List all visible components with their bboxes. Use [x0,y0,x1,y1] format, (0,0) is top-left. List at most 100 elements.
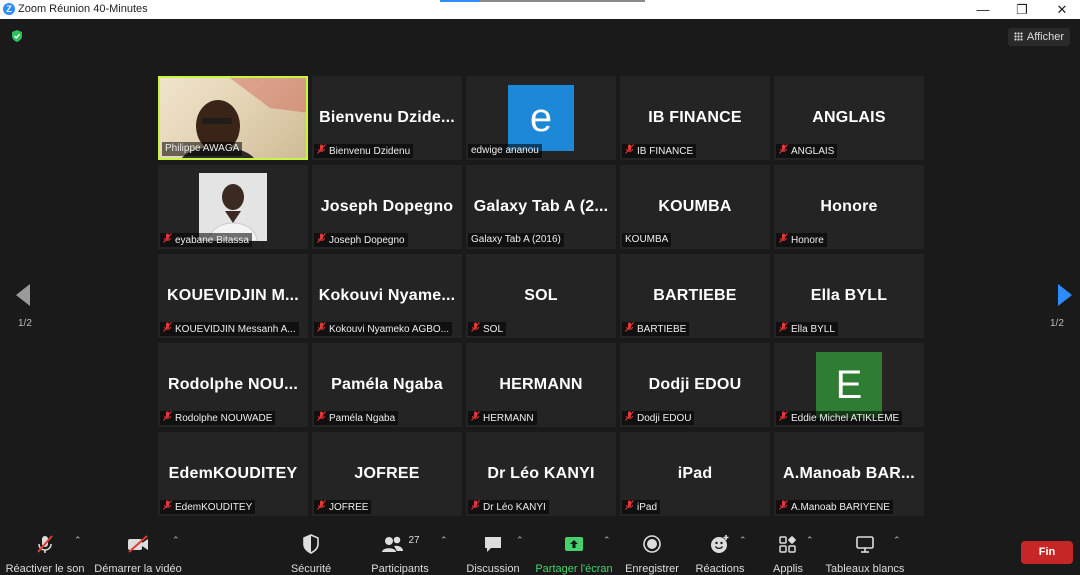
participant-name-text: Eddie Michel ATIKLEME [791,413,900,424]
chat-button[interactable]: Discussion [462,533,524,575]
maximize-button[interactable]: ❐ [1007,1,1037,18]
participant-name-text: iPad [637,502,658,513]
participant-name-label: HERMANN [468,411,537,425]
participant-gallery: Philippe AWAGA Bienvenu Dzide... Bienvenu … [158,76,924,516]
whiteboard-icon [856,536,874,553]
participant-display-name: KOUMBA [658,198,732,215]
record-button[interactable]: Enregistrer [622,533,682,575]
muted-mic-icon [625,322,634,336]
apps-button[interactable]: Applis [766,533,810,575]
participant-tile[interactable]: KOUEVIDJIN M... KOUEVIDJIN Messanh A... [158,254,308,338]
participant-tile[interactable]: Bienvenu Dzide... Bienvenu Dzidenu [312,76,462,160]
close-button[interactable]: ✕ [1047,1,1077,18]
participant-name-label: EdemKOUDITEY [160,500,256,514]
participant-tile[interactable]: KOUMBA KOUMBA [620,165,770,249]
participant-tile[interactable]: Philippe AWAGA [158,76,308,160]
apps-options-caret-icon[interactable]: ⌃ [806,535,814,546]
muted-mic-icon [625,144,634,158]
participant-tile[interactable]: A.Manoab BAR... A.Manoab BARIYENE [774,432,924,516]
unmute-label: Réactiver le son [5,563,85,575]
participant-display-name: Honore [820,198,878,215]
muted-mic-icon [471,500,480,514]
participant-tile[interactable]: Dodji EDOU Dodji EDOU [620,343,770,427]
participant-name-text: edwige ananou [471,145,539,156]
previous-page-arrow-icon[interactable] [16,284,30,306]
participant-name-label: Dodji EDOU [622,411,695,425]
participant-tile[interactable]: Galaxy Tab A (2... Galaxy Tab A (2016) [466,165,616,249]
participant-tile[interactable]: iPad iPad [620,432,770,516]
participant-name-text: KOUEVIDJIN Messanh A... [175,324,296,335]
participant-display-name: Dr Léo KANYI [487,465,595,482]
participant-tile[interactable]: JOFREE JOFREE [312,432,462,516]
participant-display-name: EdemKOUDITEY [168,465,298,482]
participant-tile[interactable]: Joseph Dopegno Joseph Dopegno [312,165,462,249]
participant-tile[interactable]: EdemKOUDITEY EdemKOUDITEY [158,432,308,516]
participant-name-label: ANGLAIS [776,144,838,158]
participant-tile[interactable]: ANGLAIS ANGLAIS [774,76,924,160]
muted-mic-icon [317,411,326,425]
muted-mic-icon [163,322,172,336]
title-bar: Z Zoom Réunion 40-Minutes — ❐ ✕ [0,0,1080,19]
start-video-button[interactable]: Démarrer la vidéo [94,533,182,575]
top-indicator-track [480,0,645,2]
share-options-caret-icon[interactable]: ⌃ [603,535,611,546]
participant-display-name: Kokouvi Nyame... [318,287,456,304]
participant-name-text: Rodolphe NOUWADE [175,413,273,424]
participant-name-label: IB FINANCE [622,144,697,158]
participants-options-caret-icon[interactable]: ⌃ [440,535,448,546]
participant-tile[interactable]: Rodolphe NOU... Rodolphe NOUWADE [158,343,308,427]
participants-icon [382,536,404,552]
participant-name-label: eyabane Bitassa [160,233,252,247]
participants-button[interactable]: 27 Participants [368,533,432,575]
participant-name-label: Eddie Michel ATIKLEME [776,411,903,425]
participant-video [199,173,267,242]
minimize-button[interactable]: — [968,1,998,18]
participant-name-label: BARTIEBE [622,322,690,336]
grid-view-icon [1013,32,1023,41]
muted-mic-icon [163,411,172,425]
page-indicator-right: 1/2 [1050,318,1064,329]
participant-name-text: JOFREE [329,502,369,513]
share-screen-button[interactable]: Partager l'écran [534,533,614,575]
participant-display-name: Dodji EDOU [648,376,742,393]
participant-tile[interactable]: E Eddie Michel ATIKLEME [774,343,924,427]
participant-name-text: SOL [483,324,504,335]
muted-mic-icon [317,322,326,336]
view-button-label: Afficher [1026,31,1064,43]
participant-tile[interactable]: eyabane Bitassa [158,165,308,249]
participant-tile[interactable]: BARTIEBE BARTIEBE [620,254,770,338]
participant-name-text: KOUMBA [625,234,669,245]
participant-name-label: Kokouvi Nyameko AGBO... [314,322,453,336]
view-button[interactable]: Afficher [1007,28,1070,46]
security-label: Sécurité [290,563,332,575]
participant-tile[interactable]: Kokouvi Nyame... Kokouvi Nyameko AGBO... [312,254,462,338]
participant-tile[interactable]: e edwige ananou [466,76,616,160]
participant-tile[interactable]: IB FINANCE IB FINANCE [620,76,770,160]
video-options-caret-icon[interactable]: ⌃ [172,535,180,546]
record-label: Enregistrer [625,563,679,575]
participant-name-label: Honore [776,233,827,247]
next-page-arrow-icon[interactable] [1058,284,1072,306]
reactions-options-caret-icon[interactable]: ⌃ [739,535,747,546]
participant-tile[interactable]: Ella BYLL Ella BYLL [774,254,924,338]
participant-tile[interactable]: SOL SOL [466,254,616,338]
end-meeting-button[interactable]: Fin [1021,541,1073,564]
participant-name-label: Philippe AWAGA [162,142,243,156]
participant-tile[interactable]: Dr Léo KANYI Dr Léo KANYI [466,432,616,516]
participant-tile[interactable]: Paméla Ngaba Paméla Ngaba [312,343,462,427]
participant-tile[interactable]: Honore Honore [774,165,924,249]
encryption-shield-icon[interactable] [10,29,24,43]
participant-display-name: Rodolphe NOU... [167,376,299,393]
participant-name-label: KOUMBA [622,233,672,247]
security-button[interactable]: Sécurité [286,533,336,575]
chat-label: Discussion [466,563,520,575]
muted-mic-icon [779,411,788,425]
apps-label: Applis [773,563,803,575]
whiteboards-options-caret-icon[interactable]: ⌃ [893,535,901,546]
muted-mic-icon [471,322,480,336]
participant-name-label: iPad [622,500,661,514]
participant-tile[interactable]: HERMANN HERMANN [466,343,616,427]
chat-options-caret-icon[interactable]: ⌃ [516,535,524,546]
muted-mic-icon [625,500,634,514]
audio-options-caret-icon[interactable]: ⌃ [74,535,82,546]
